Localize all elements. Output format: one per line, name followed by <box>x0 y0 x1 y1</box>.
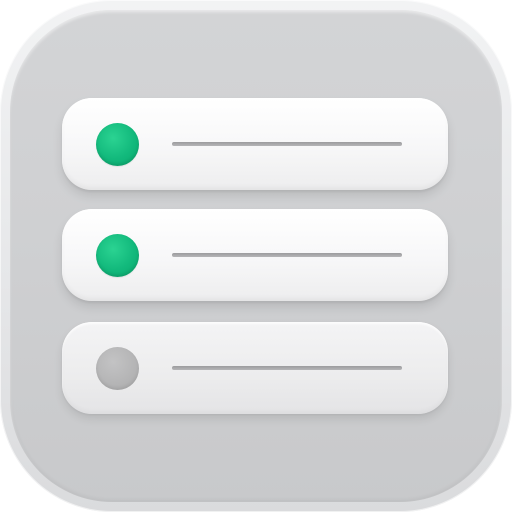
active-status-dot-icon <box>96 123 139 166</box>
inactive-status-dot-icon <box>96 347 139 390</box>
active-status-dot-icon <box>96 234 139 277</box>
placeholder-text-line <box>172 253 402 257</box>
placeholder-text-line <box>172 142 402 146</box>
app-icon <box>0 0 512 512</box>
list-item <box>62 209 448 301</box>
list-item <box>62 322 448 414</box>
list-item <box>62 98 448 190</box>
placeholder-text-line <box>172 366 402 370</box>
